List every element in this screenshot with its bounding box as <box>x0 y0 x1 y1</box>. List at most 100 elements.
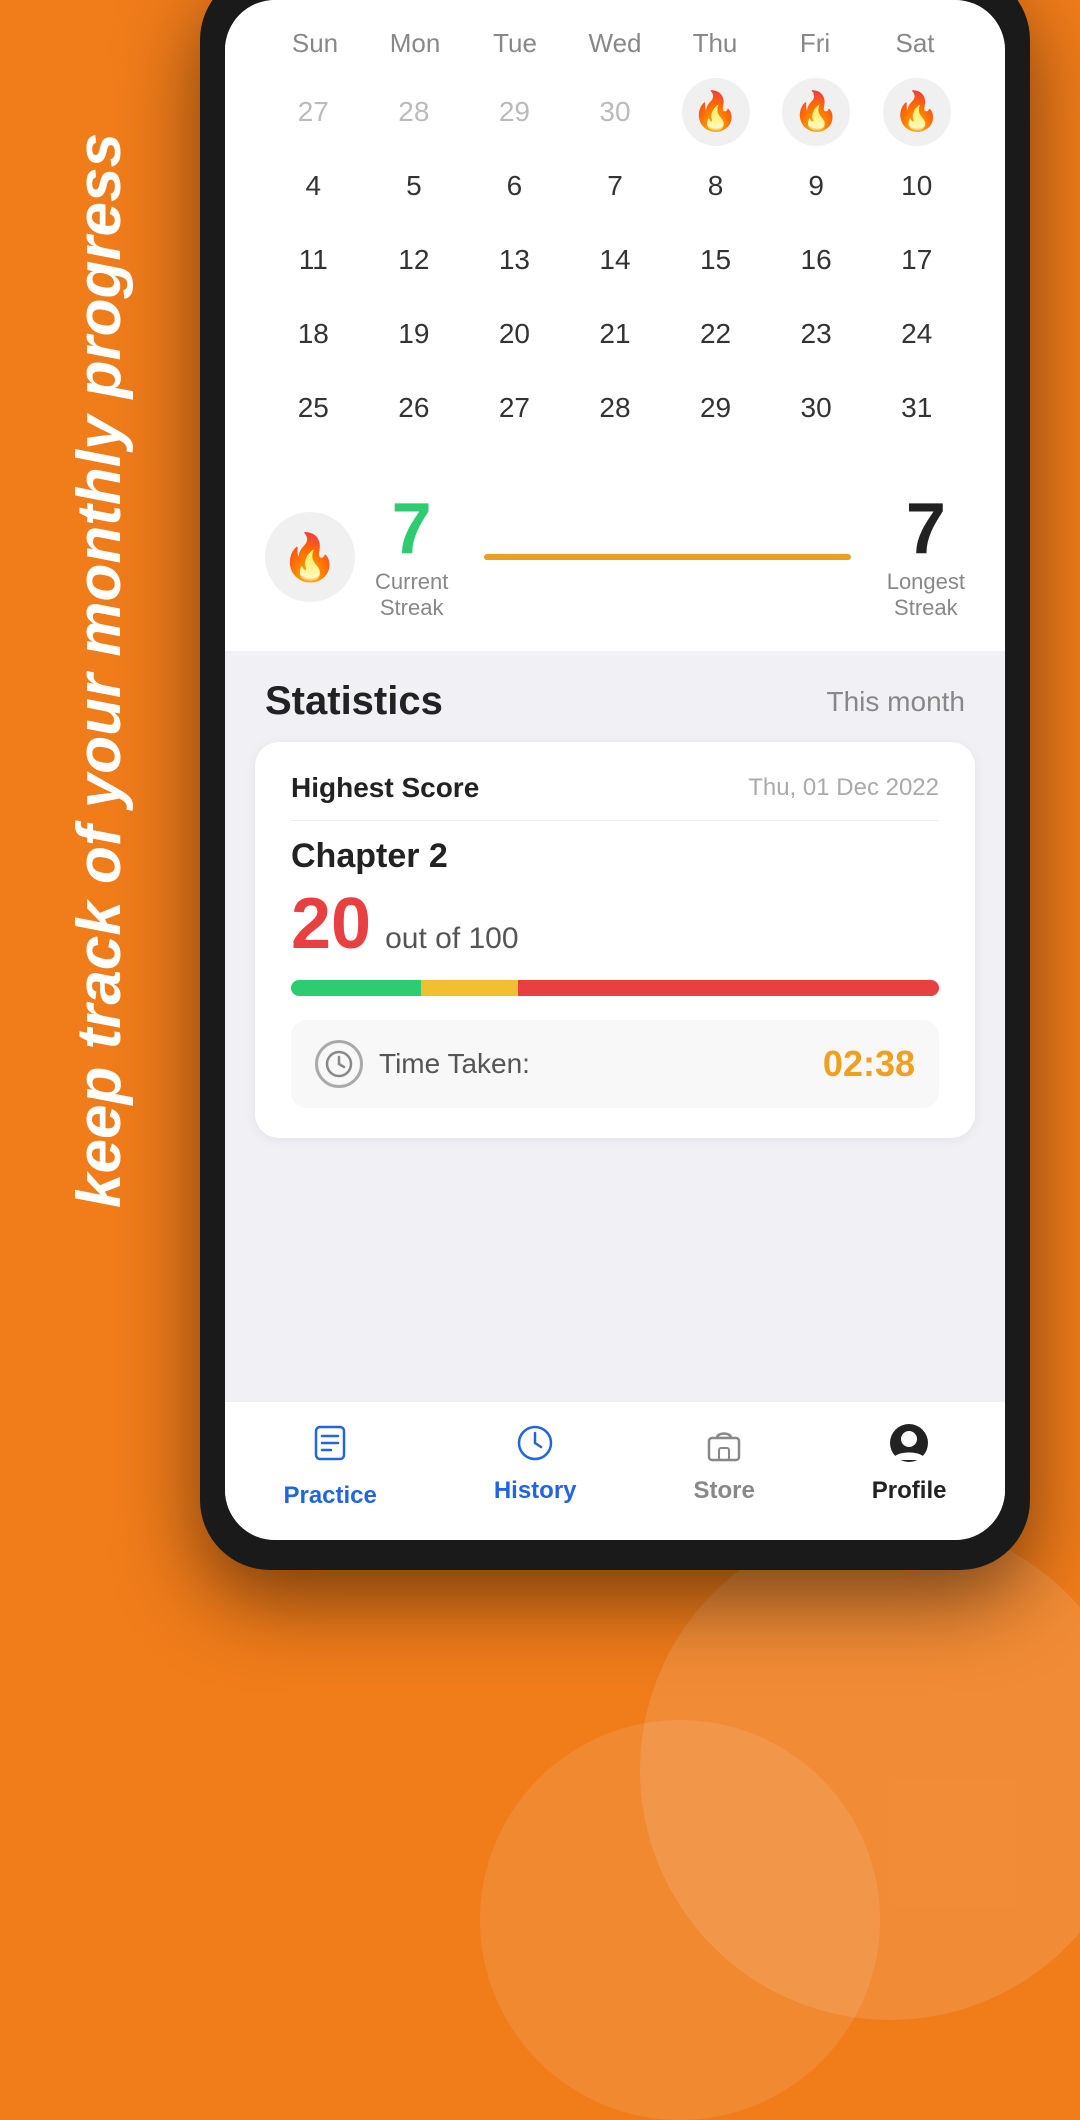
cal-day-tue: Tue <box>465 20 565 67</box>
cal-cell-22: 22 <box>667 299 764 369</box>
streak-row: 🔥 7 CurrentStreak 7 LongestStreak <box>225 473 1005 651</box>
cal-cell-24: 24 <box>868 299 965 369</box>
fire-icon-fri: 🔥 <box>792 90 839 134</box>
cal-cell-10: 10 <box>868 151 965 221</box>
cal-cell-8: 8 <box>667 151 764 221</box>
cal-day-fri: Fri <box>765 20 865 67</box>
practice-label: Practice <box>283 1482 376 1510</box>
cal-cell-21: 21 <box>567 299 664 369</box>
cal-day-wed: Wed <box>565 20 665 67</box>
cal-cell-28-prev: 28 <box>366 77 463 147</box>
cal-cell-6: 6 <box>466 151 563 221</box>
cal-cell-13: 13 <box>466 225 563 295</box>
streak-connector-line <box>484 554 850 560</box>
longest-streak-item: 7 LongestStreak <box>887 493 965 621</box>
cal-cell-14: 14 <box>567 225 664 295</box>
score-row: 20 out of 100 <box>291 888 939 960</box>
fire-cell-fri: 🔥 <box>782 78 850 146</box>
current-streak-label: CurrentStreak <box>375 569 448 621</box>
profile-label: Profile <box>872 1477 947 1505</box>
cal-cell-4: 4 <box>265 151 362 221</box>
cal-cell-27-prev: 27 <box>265 77 362 147</box>
nav-item-practice[interactable]: Practice <box>283 1422 376 1510</box>
cal-cell-23: 23 <box>768 299 865 369</box>
nav-item-store[interactable]: Store <box>693 1422 754 1510</box>
history-label: History <box>494 1477 577 1505</box>
spacer <box>225 1138 1005 1401</box>
progress-red <box>518 980 939 996</box>
phone-mockup: Sun Mon Tue Wed Thu Fri Sat 27 28 29 30 … <box>200 0 1030 1570</box>
cal-cell-30-prev: 30 <box>567 77 664 147</box>
cal-cell-26: 26 <box>366 373 463 443</box>
statistics-header: Statistics This month <box>225 651 1005 742</box>
cal-cell-15: 15 <box>667 225 764 295</box>
cal-cell-12: 12 <box>366 225 463 295</box>
fire-icon-sat: 🔥 <box>893 90 940 134</box>
cal-cell-28: 28 <box>567 373 664 443</box>
statistics-title: Statistics <box>265 679 443 724</box>
time-taken-row: Time Taken: 02:38 <box>291 1020 939 1108</box>
cal-day-thu: Thu <box>665 20 765 67</box>
fire-icon-thu: 🔥 <box>692 90 739 134</box>
cal-cell-18: 18 <box>265 299 362 369</box>
clock-icon <box>315 1040 363 1088</box>
stats-card-header: Highest Score Thu, 01 Dec 2022 <box>291 772 939 804</box>
progress-bar <box>291 980 939 996</box>
highest-score-label: Highest Score <box>291 772 479 804</box>
chapter-label: Chapter 2 <box>291 837 939 876</box>
cal-cell-5: 5 <box>366 151 463 221</box>
stats-card: Highest Score Thu, 01 Dec 2022 Chapter 2… <box>255 742 975 1138</box>
cal-day-sun: Sun <box>265 20 365 67</box>
current-streak-number: 7 <box>392 493 432 565</box>
cal-cell-sat-fire: 🔥 <box>868 77 965 147</box>
longest-streak-number: 7 <box>906 493 946 565</box>
fire-cell-sat: 🔥 <box>883 78 951 146</box>
deco-circle-2 <box>480 1720 880 2120</box>
cal-cell-29-prev: 29 <box>466 77 563 147</box>
bottom-nav: Practice History <box>225 1401 1005 1540</box>
cal-cell-30: 30 <box>768 373 865 443</box>
profile-icon <box>888 1422 930 1469</box>
cal-day-sat: Sat <box>865 20 965 67</box>
cal-cell-20: 20 <box>466 299 563 369</box>
score-number: 20 <box>291 888 371 960</box>
cal-day-mon: Mon <box>365 20 465 67</box>
calendar-grid: 27 28 29 30 🔥 🔥 🔥 <box>265 77 965 443</box>
store-label: Store <box>693 1477 754 1505</box>
stats-date: Thu, 01 Dec 2022 <box>748 774 939 802</box>
progress-green <box>291 980 421 996</box>
cal-cell-17: 17 <box>868 225 965 295</box>
cal-cell-9: 9 <box>768 151 865 221</box>
cal-cell-25: 25 <box>265 373 362 443</box>
score-out-of: out of 100 <box>385 922 518 956</box>
progress-yellow <box>421 980 518 996</box>
cal-cell-16: 16 <box>768 225 865 295</box>
side-text-container: keep track of your monthly progress <box>0 120 200 1220</box>
tagline-text: keep track of your monthly progress <box>66 133 134 1208</box>
calendar-header: Sun Mon Tue Wed Thu Fri Sat <box>265 20 965 67</box>
calendar-section: Sun Mon Tue Wed Thu Fri Sat 27 28 29 30 … <box>225 0 1005 473</box>
cal-cell-29: 29 <box>667 373 764 443</box>
cal-cell-31: 31 <box>868 373 965 443</box>
nav-item-profile[interactable]: Profile <box>872 1422 947 1510</box>
streak-fire-icon: 🔥 <box>281 530 338 585</box>
practice-icon <box>309 1422 351 1474</box>
streak-flame-circle: 🔥 <box>265 512 355 602</box>
cal-cell-thu-fire: 🔥 <box>667 77 764 147</box>
cal-cell-7: 7 <box>567 151 664 221</box>
cal-cell-27: 27 <box>466 373 563 443</box>
time-taken-label: Time Taken: <box>379 1048 530 1080</box>
card-divider <box>291 820 939 821</box>
time-value: 02:38 <box>823 1043 915 1085</box>
current-streak-item: 7 CurrentStreak <box>375 493 448 621</box>
phone-screen: Sun Mon Tue Wed Thu Fri Sat 27 28 29 30 … <box>225 0 1005 1540</box>
cal-cell-11: 11 <box>265 225 362 295</box>
history-icon <box>514 1422 556 1469</box>
store-icon <box>703 1422 745 1469</box>
cal-cell-19: 19 <box>366 299 463 369</box>
this-month-label: This month <box>827 686 966 718</box>
fire-cell-thu: 🔥 <box>682 78 750 146</box>
longest-streak-label: LongestStreak <box>887 569 965 621</box>
nav-item-history[interactable]: History <box>494 1422 577 1510</box>
cal-cell-fri-fire: 🔥 <box>768 77 865 147</box>
